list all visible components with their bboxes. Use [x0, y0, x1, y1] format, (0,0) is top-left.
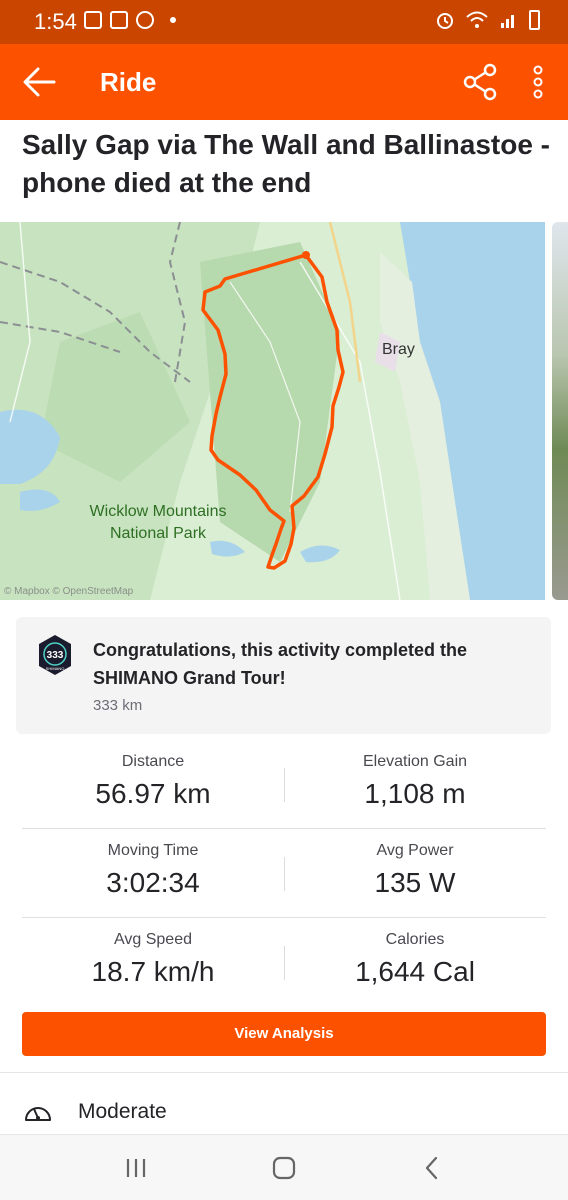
stat-value: 3:02:34	[106, 867, 200, 898]
status-time: 1:54	[34, 9, 77, 34]
status-left-icons	[84, 11, 176, 29]
whatsapp-icon	[136, 11, 154, 29]
badge-number: 333	[47, 650, 64, 661]
achievement-subtitle: 333 km	[93, 697, 143, 714]
badge-caption: SHIMANO	[46, 666, 65, 671]
stat-moving-time: Moving Time 3:02:34	[22, 829, 284, 918]
stat-avg-power: Avg Power 135 W	[284, 829, 546, 918]
recent-apps-icon[interactable]	[124, 1157, 148, 1179]
stat-row: Moving Time 3:02:34 Avg Power 135 W	[22, 829, 546, 918]
status-bar: 1:54	[0, 0, 568, 44]
share-icon	[463, 63, 497, 101]
map-attribution[interactable]: © Mapbox © OpenStreetMap	[4, 586, 134, 597]
app-bar: Ride	[0, 44, 568, 120]
achievement-text: Congratulations, this activity completed…	[93, 640, 468, 688]
stats-grid: Distance 56.97 km Elevation Gain 1,108 m…	[22, 740, 546, 1007]
perceived-effort-row[interactable]: Moderate	[0, 1090, 568, 1134]
route-map[interactable]: Bray Wicklow Mountains National Park © M…	[0, 222, 545, 600]
share-button[interactable]	[458, 60, 502, 104]
stat-avg-speed: Avg Speed 18.7 km/h	[22, 918, 284, 1007]
achievement-card[interactable]: 333 SHIMANO Congratulations, this activi…	[16, 617, 551, 734]
notification-dot	[170, 17, 176, 23]
effort-label: Moderate	[78, 1100, 167, 1123]
gallery-icon	[84, 11, 102, 29]
stat-row: Avg Speed 18.7 km/h Calories 1,644 Cal	[22, 918, 546, 1007]
back-icon[interactable]	[420, 1155, 444, 1181]
map-label-park-line1: Wicklow Mountains	[90, 503, 227, 520]
status-right-icons	[435, 10, 540, 30]
stat-value: 56.97 km	[95, 778, 211, 809]
stat-label: Avg Speed	[114, 931, 192, 948]
alarm-icon	[437, 13, 453, 29]
map-canvas: Bray Wicklow Mountains National Park © M…	[0, 222, 545, 600]
more-vertical-icon	[533, 65, 543, 99]
stat-value: 1,644 Cal	[355, 956, 475, 987]
back-arrow-icon	[23, 67, 56, 97]
stat-row: Distance 56.97 km Elevation Gain 1,108 m	[22, 740, 546, 829]
more-options-button[interactable]	[520, 60, 556, 104]
signal-icon	[501, 15, 514, 28]
stat-label: Moving Time	[107, 842, 199, 859]
gauge-icon	[25, 1107, 51, 1121]
route-end-marker	[302, 251, 310, 259]
stat-value: 135 W	[374, 867, 456, 898]
stat-calories: Calories 1,644 Cal	[284, 918, 546, 1007]
battery-charging-icon	[529, 10, 540, 30]
activity-title: Sally Gap via The Wall and Ballinastoe -…	[22, 129, 550, 198]
map-label-park-line2: National Park	[110, 525, 207, 542]
stat-distance: Distance 56.97 km	[22, 740, 284, 829]
back-button[interactable]	[18, 62, 62, 102]
stat-label: Distance	[121, 753, 185, 770]
activity-photo-thumbnail[interactable]	[552, 222, 568, 600]
view-analysis-button[interactable]: View Analysis	[22, 1012, 546, 1056]
grand-tour-badge-icon: 333 SHIMANO	[39, 635, 71, 675]
map-label-town: Bray	[382, 341, 415, 358]
page-title: Ride	[100, 67, 157, 97]
stat-value: 18.7 km/h	[91, 956, 215, 987]
stat-label: Avg Power	[376, 842, 454, 859]
linkedin-icon	[110, 11, 128, 29]
stat-elevation-gain: Elevation Gain 1,108 m	[284, 740, 546, 829]
system-nav-bar	[0, 1134, 568, 1200]
home-icon[interactable]	[271, 1155, 297, 1181]
stat-value: 1,108 m	[364, 778, 466, 809]
section-divider	[0, 1072, 568, 1073]
stat-label: Calories	[385, 931, 445, 948]
wifi-icon	[466, 11, 488, 28]
stat-label: Elevation Gain	[362, 753, 468, 770]
